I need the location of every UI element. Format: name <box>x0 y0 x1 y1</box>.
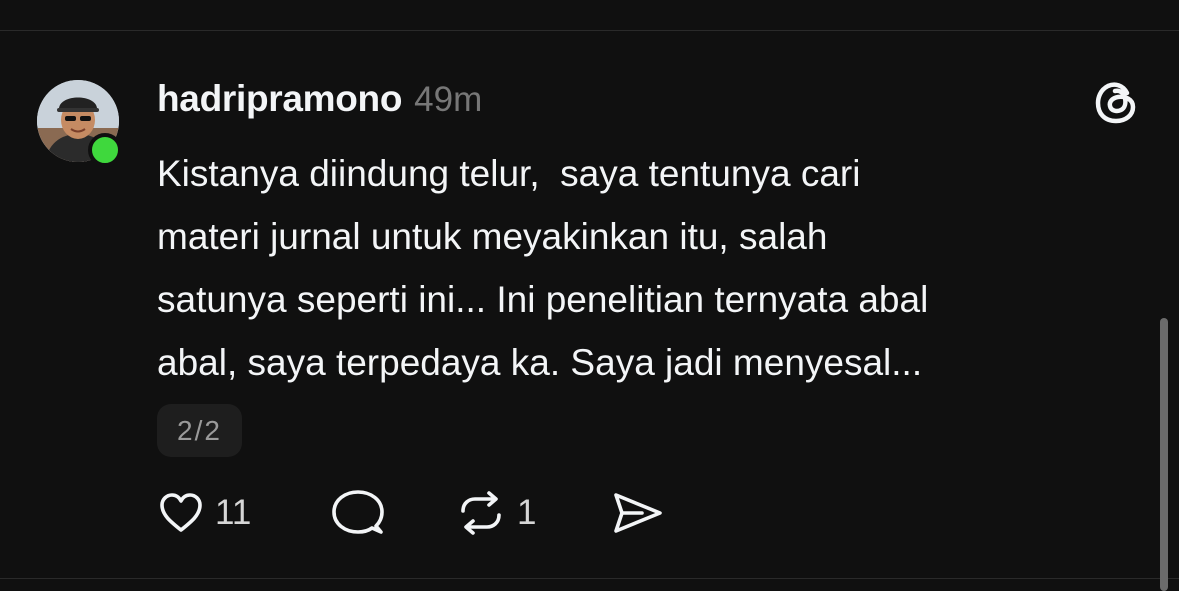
like-button[interactable]: 11 <box>157 488 251 538</box>
repost-icon <box>461 491 501 535</box>
online-status-dot <box>88 133 122 167</box>
page-indicator[interactable]: 2/2 <box>157 404 242 457</box>
post-text-line: satunya seperti ini... Ini penelitian te… <box>157 279 929 320</box>
like-count: 11 <box>215 493 252 532</box>
username[interactable]: hadripramono <box>157 78 402 120</box>
heart-icon <box>160 493 202 532</box>
post-text-line: materi jurnal untuk meyakinkan itu, sala… <box>157 216 828 257</box>
comment-bubble-icon <box>332 490 384 534</box>
post-text-line: Kistanya diindung telur, saya tentunya c… <box>157 153 861 194</box>
post-header: hadripramono 49m <box>157 78 482 122</box>
post-text: Kistanya diindung telur, saya tentunya c… <box>157 142 1157 394</box>
post-text-line: abal, saya terpedaya ka. Saya jadi menye… <box>157 342 923 383</box>
reply-button[interactable] <box>330 488 386 538</box>
bottom-divider <box>0 578 1179 579</box>
top-divider <box>0 30 1179 31</box>
repost-count: 1 <box>517 493 537 532</box>
timestamp[interactable]: 49m <box>414 80 482 120</box>
scrollbar[interactable] <box>1160 318 1168 591</box>
threads-logo-icon[interactable] <box>1090 76 1142 128</box>
repost-button[interactable]: 1 <box>455 488 536 538</box>
share-button[interactable] <box>610 488 664 538</box>
send-icon <box>614 493 662 533</box>
